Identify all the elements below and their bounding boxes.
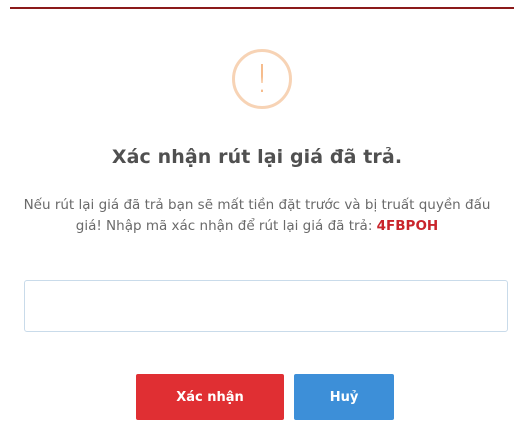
confirm-button[interactable]: Xác nhận [136, 374, 284, 420]
exclamation-glyph: ! [254, 57, 270, 101]
confirmation-code: 4FBPOH [376, 218, 439, 234]
dialog-title: Xác nhận rút lại giá đã trả. [111, 146, 403, 168]
cancel-button[interactable]: Huỷ [294, 374, 394, 420]
confirm-dialog: ! Xác nhận rút lại giá đã trả. Nếu rút l… [0, 0, 514, 433]
top-border [10, 7, 514, 9]
dialog-message: Nếu rút lại giá đã trả bạn sẽ mất tiền đ… [18, 195, 496, 237]
exclamation-circle-icon: ! [232, 49, 292, 109]
confirmation-code-input[interactable] [24, 280, 508, 332]
